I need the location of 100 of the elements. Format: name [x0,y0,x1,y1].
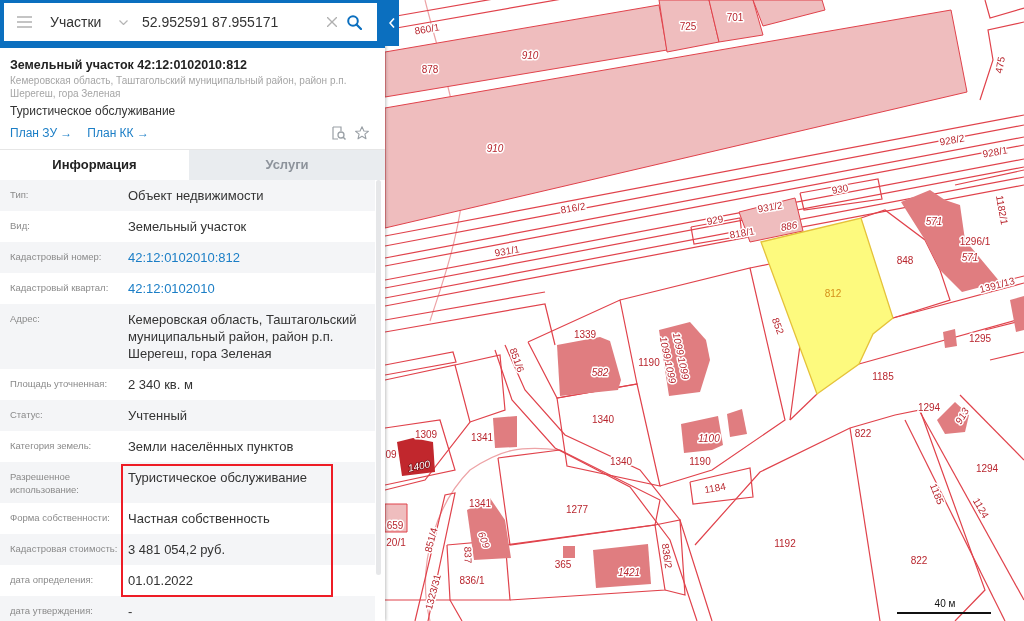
parcel-label: 582 [591,366,609,378]
field-value: Земли населённых пунктов [128,439,294,454]
parcel-label: 1323/31 [423,573,443,611]
parcel-label: 1182/1 [994,194,1010,226]
scale-label: 40 м [934,598,956,609]
chevron-left-icon [389,18,395,28]
parcel-label: 1294 [975,462,999,474]
parcel-label: 836/1 [459,574,485,586]
layer-dropdown[interactable]: Участки [50,11,128,33]
parcel-label: 910 [521,49,539,61]
building-shape [563,546,575,558]
collapse-panel-button[interactable] [385,0,399,46]
parcel-label: 475 [993,55,1007,75]
parcel-address: Кемеровская область, Таштагольский муниципальный район, район р.п. Шерегеш, гора Зеленая [10,74,348,100]
parcel-label: 931/2 [756,199,784,215]
caret-icon [119,19,128,25]
cadastral-link[interactable]: 42:12:0102010 [128,281,215,296]
parcel-label: 1190 [689,455,711,467]
field-label: дата определения: [9,573,95,587]
building-shape [943,329,957,348]
plan-link[interactable]: План КК → [87,126,149,140]
parcel-label: 928/1 [981,144,1009,160]
building-shape [493,416,517,448]
building-shape [593,544,651,588]
parcel-label: 571 [925,215,943,227]
parcel-usage: Туристическое обслуживание [10,104,177,118]
parcel-label: 848 [896,254,914,266]
parcel-label: 1277 [565,503,589,515]
field-value: Объект недвижимости [128,188,264,203]
parcel-label: 836/2 [659,542,675,570]
parcel-label: 886 [779,219,799,233]
parcel-label: 851/4 [422,526,440,554]
field-label: Статус: [9,408,44,422]
parcel-label: 1295 [968,332,992,344]
star-icon[interactable] [355,126,369,140]
parcel-label: 1185 [872,370,894,382]
parcel-label: 1192 [774,537,796,549]
building-shape [557,337,621,396]
parcel-label: 929 [705,213,725,227]
parcel-label: 571 [961,251,979,263]
search-bar[interactable]: Участки 52.952591 87.955171 [4,3,377,41]
field-value: - [128,604,133,619]
parcel-label: 1340 [591,413,615,425]
cadastral-link[interactable]: 42:12:0102010:812 [128,250,241,265]
parcel-label: 1339 [573,328,597,340]
field-label: Вид: [9,219,31,233]
field-label: Адрес: [9,312,41,326]
field-label: Тип: [9,188,30,202]
field-label: Форма собственности: [9,511,111,525]
building-shape [1010,296,1024,332]
tab[interactable]: Услуги [189,150,385,180]
field-label: Кадастровая стоимость: [9,542,119,556]
parcel-label: 931/1 [493,243,521,259]
building-shape [727,409,747,437]
search-icon[interactable] [347,14,362,30]
plan-link[interactable]: План ЗУ → [10,126,73,140]
parcel-label: 816/2 [559,200,587,216]
parcel-label: 1294 [917,401,941,413]
field-value: Земельный участок [128,219,247,234]
field-label: Кадастровый номер: [9,250,103,264]
building-shape [397,438,435,476]
field-label: Категория земель: [9,439,93,453]
parcel-label: 365 [554,558,572,570]
field-label: дата утверждения: [9,604,94,618]
parcel-label: 822 [910,554,928,566]
parcel-label: 1309 [414,428,438,440]
parcel-label: 812 [824,287,842,299]
parcel-label: 860/1 [413,21,441,37]
document-search-icon[interactable] [332,126,346,140]
parcel-label: 1421 [617,566,641,578]
field-label: Кадастровый квартал: [9,281,110,295]
parcel-label: 878 [421,63,439,75]
clear-icon[interactable] [327,17,337,27]
selected-parcel[interactable] [760,217,894,396]
parcel-label: 701 [726,11,744,23]
field-value: 3 481 054,2 руб. [128,542,226,557]
parcel-label: 1400 [406,458,432,474]
parcel-label: 851/6 [507,346,527,374]
parcel-label: 910 [486,142,504,154]
parcel-label: 1185 [927,481,947,507]
parcel-label: 1184 [703,480,727,496]
parcel-label: 1341 [470,431,494,443]
field-value: 01.01.2022 [128,573,194,588]
parcel-title: Земельный участок 42:12:0102010:812 [10,57,249,74]
field-value: Кемеровская область, Таштагольский муниципальный район, район р.п. Шерегеш, гора Зеленая [128,312,357,361]
menu-icon[interactable] [17,16,32,28]
parcel-label: 1391/13 [978,275,1016,295]
search-field[interactable]: 52.952591 87.955171 [142,10,327,34]
parcel-label: 837 [462,546,474,564]
parcel-label: 725 [679,20,697,32]
parcel-label: 1100 [698,432,720,444]
field-label: Разрешенное использование: [9,470,80,496]
parcel-label: 822 [854,427,872,439]
scrollbar-thumb[interactable] [376,180,381,575]
parcel-label: 20/1 [386,536,406,548]
parcel-label: 1190 [638,356,660,368]
field-value: Туристическое обслуживание [128,470,308,485]
field-value: Частная собственность [128,511,270,526]
parcel-label: 09 [385,448,397,460]
field-value: 2 340 кв. м [128,377,193,392]
